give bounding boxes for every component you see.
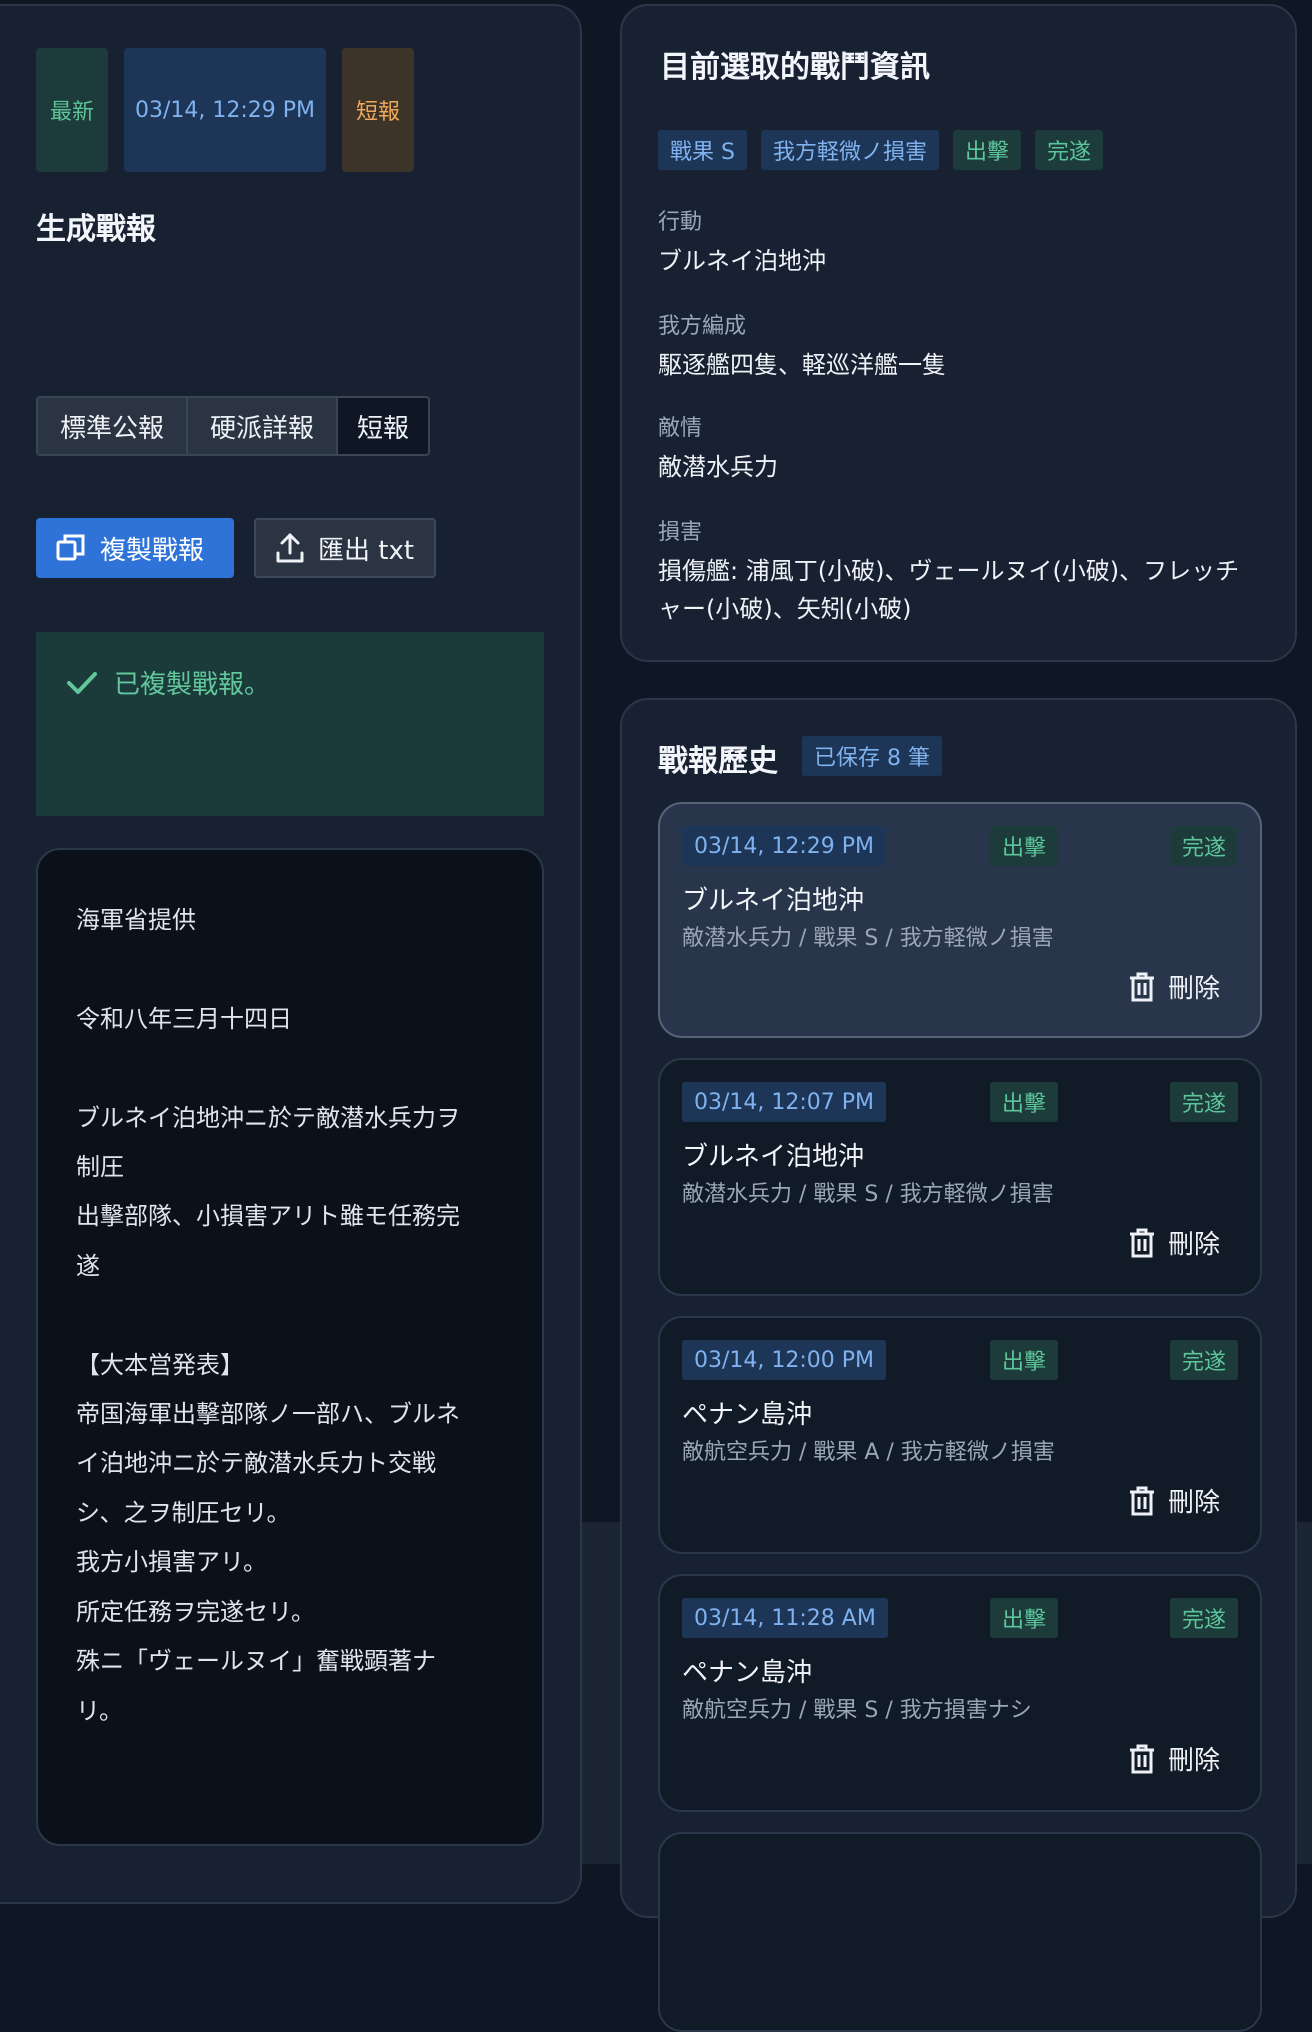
history-sortie-badge: 出擊 [990, 1082, 1059, 1122]
copy-report-button[interactable]: 複製戰報 [36, 518, 234, 578]
delete-label: 刪除 [1167, 1488, 1220, 1518]
history-card-partial[interactable] [658, 1832, 1262, 2032]
damage-value: 損傷艦: 浦風丁(小破)、ヴェールヌイ(小破)、フレッチャー(小破)、矢矧(小破… [658, 557, 1240, 623]
delete-button[interactable]: 刪除 [1128, 1482, 1220, 1519]
history-summary: 敵航空兵力 / 戰果 A / 我方軽微ノ損害 [682, 1440, 1055, 1465]
history-title: 戰報歷史 [658, 744, 778, 779]
history-card[interactable]: 03/14, 12:07 PM 出擊 完遂 ブルネイ泊地沖 敵潜水兵力 / 戰果… [658, 1058, 1262, 1296]
operation-label: 行動 [658, 210, 703, 235]
history-location: ペナン島沖 [682, 1400, 813, 1430]
history-card[interactable]: 03/14, 12:29 PM 出擊 完遂 ブルネイ泊地沖 敵潜水兵力 / 戰果… [658, 802, 1262, 1038]
generated-report-box: 海軍省提供 令和八年三月十四日 ブルネイ泊地沖ニ於テ敵潜水兵力ヲ 制圧 出擊部隊… [36, 848, 544, 1846]
report-generator-panel: 最新 03/14, 12:29 PM 短報 生成戰報 標準公報 硬派詳報 短報 … [0, 4, 582, 1904]
history-location: ブルネイ泊地沖 [682, 886, 865, 916]
status-tag: 完遂 [1035, 130, 1104, 170]
history-time-badge: 03/14, 11:28 AM [682, 1598, 888, 1638]
history-location: ペナン島沖 [682, 1658, 813, 1688]
copy-success-alert: 已複製戰報。 [36, 632, 544, 816]
trash-icon [1129, 1228, 1154, 1257]
fleet-value: 駆逐艦四隻、軽巡洋艦一隻 [658, 351, 946, 379]
history-sortie-badge: 出擊 [990, 1598, 1059, 1638]
operation-value: ブルネイ泊地沖 [658, 247, 826, 275]
report-text: 海軍省提供 令和八年三月十四日 ブルネイ泊地沖ニ於テ敵潜水兵力ヲ 制圧 出擊部隊… [76, 906, 460, 1725]
history-card[interactable]: 03/14, 12:00 PM 出擊 完遂 ペナン島沖 敵航空兵力 / 戰果 A… [658, 1316, 1262, 1554]
trash-icon [1129, 1744, 1154, 1773]
selected-battle-panel: 目前選取的戰鬥資訊 戰果 S 我方軽微ノ損害 出擊 完遂 行動 ブルネイ泊地沖 … [620, 4, 1297, 662]
delete-label: 刪除 [1167, 1746, 1220, 1776]
export-txt-button[interactable]: 匯出 txt [254, 518, 436, 578]
history-location: ブルネイ泊地沖 [682, 1142, 865, 1172]
trash-icon [1129, 972, 1154, 1001]
history-summary: 敵潜水兵力 / 戰果 S / 我方軽微ノ損害 [682, 926, 1054, 951]
copy-icon [56, 534, 85, 561]
latest-badge: 最新 [36, 48, 108, 172]
result-tag: 戰果 S [658, 130, 747, 170]
history-summary: 敵航空兵力 / 戰果 S / 我方損害ナシ [682, 1698, 1032, 1723]
history-time-badge: 03/14, 12:07 PM [682, 1082, 887, 1122]
delete-button[interactable]: 刪除 [1128, 1224, 1220, 1261]
generator-title: 生成戰報 [36, 212, 156, 247]
damage-tag: 我方軽微ノ損害 [760, 130, 939, 170]
history-time-badge: 03/14, 12:29 PM [682, 826, 887, 866]
mode-short-button[interactable]: 短報 [336, 398, 428, 454]
history-sortie-badge: 出擊 [990, 826, 1059, 866]
delete-button[interactable]: 刪除 [1128, 1740, 1220, 1777]
history-sortie-badge: 出擊 [990, 1340, 1059, 1380]
history-status-badge: 完遂 [1169, 826, 1238, 866]
copy-report-label: 複製戰報 [100, 535, 205, 566]
delete-label: 刪除 [1167, 1230, 1220, 1260]
damage-label: 損害 [658, 520, 703, 545]
fleet-label: 我方編成 [658, 314, 747, 339]
delete-label: 刪除 [1167, 974, 1220, 1004]
history-summary: 敵潜水兵力 / 戰果 S / 我方軽微ノ損害 [682, 1182, 1054, 1207]
enemy-value: 敵潜水兵力 [658, 453, 778, 481]
report-history-panel: 戰報歷史 已保存 8 筆 03/14, 12:29 PM 出擊 完遂 ブルネイ泊… [620, 698, 1297, 2032]
enemy-label: 敵情 [658, 416, 703, 441]
history-status-badge: 完遂 [1169, 1598, 1238, 1638]
check-icon [67, 671, 97, 694]
report-mode-selector: 標準公報 硬派詳報 短報 [36, 396, 430, 456]
history-status-badge: 完遂 [1169, 1082, 1238, 1122]
sortie-tag: 出擊 [952, 130, 1021, 170]
mode-standard-button[interactable]: 標準公報 [38, 398, 186, 454]
report-type-badge: 短報 [342, 48, 414, 172]
history-card[interactable]: 03/14, 11:28 AM 出擊 完遂 ペナン島沖 敵航空兵力 / 戰果 S… [658, 1574, 1262, 1812]
timestamp-badge: 03/14, 12:29 PM [124, 48, 326, 172]
selected-battle-tags: 戰果 S 我方軽微ノ損害 出擊 完遂 [658, 130, 1104, 170]
selected-battle-title: 目前選取的戰鬥資訊 [660, 50, 930, 85]
history-status-badge: 完遂 [1169, 1340, 1238, 1380]
delete-button[interactable]: 刪除 [1128, 968, 1220, 1005]
alert-text: 已複製戰報。 [114, 670, 271, 700]
history-time-badge: 03/14, 12:00 PM [682, 1340, 887, 1380]
export-txt-label: 匯出 txt [318, 535, 415, 566]
saved-count-badge: 已保存 8 筆 [802, 736, 942, 776]
mode-detailed-button[interactable]: 硬派詳報 [186, 398, 336, 454]
trash-icon [1129, 1486, 1154, 1515]
upload-icon [276, 533, 304, 563]
